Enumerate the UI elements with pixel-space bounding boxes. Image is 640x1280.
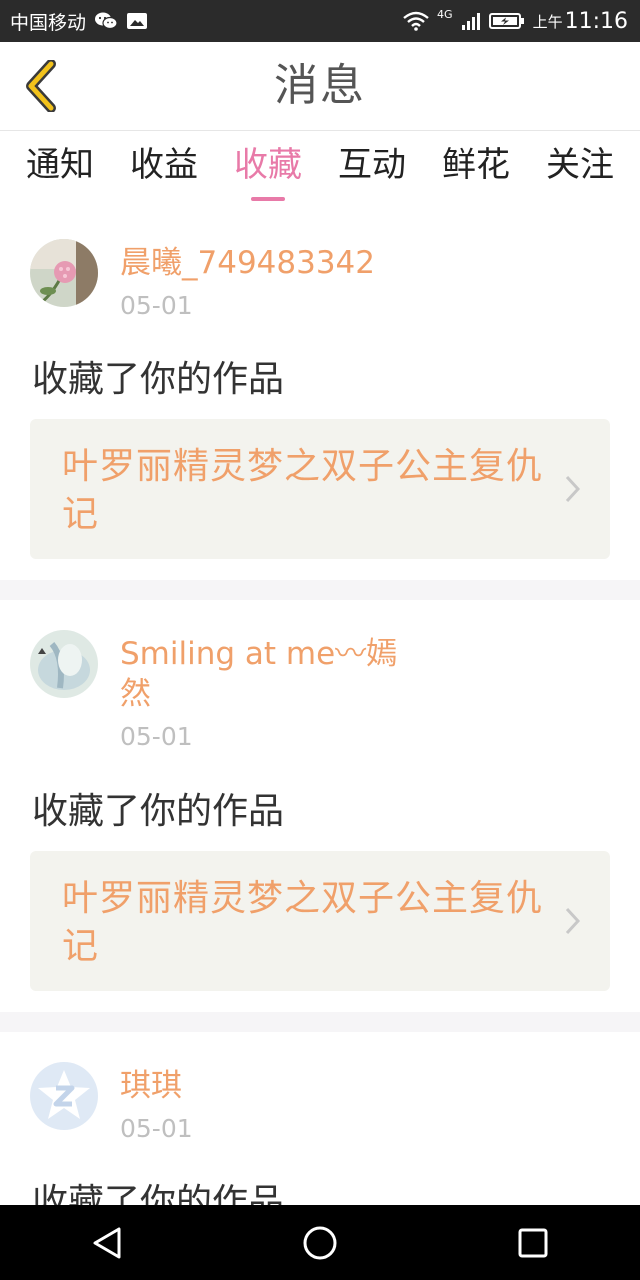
wifi-icon [403,11,429,31]
tab-bar: 通知 收益 收藏 互动 鲜花 关注 [0,131,640,209]
status-bar: 中国移动 4G 上午 11:16 [0,0,640,42]
signal-icon [461,11,481,31]
home-circle-icon [303,1226,337,1259]
default-avatar-icon [30,1062,98,1130]
action-text: 收藏了你的作品 [32,359,285,400]
back-triangle-icon [93,1227,121,1258]
recent-square-icon [518,1228,548,1257]
post-date: 05-01 [120,722,193,751]
tab-earnings[interactable]: 收益 [130,131,198,209]
work-title: 叶罗丽精灵梦之双子公主复仇记 [62,878,544,967]
tab-favorites[interactable]: 收藏 [234,131,302,209]
chevron-right-icon [565,907,581,935]
list-item: 琪琪 05-01 收藏了你的作品 [0,1032,640,1205]
gallery-icon [126,11,148,31]
avatar[interactable] [30,630,98,698]
back-button[interactable] [18,58,62,114]
divider [0,580,640,600]
chevron-right-icon [565,475,581,503]
clock-time: 11:16 [564,8,628,34]
post-date: 05-01 [120,1114,193,1143]
work-card[interactable]: 叶罗丽精灵梦之双子公主复仇记 [30,419,610,559]
action-text: 收藏了你的作品 [32,791,285,832]
divider [0,1012,640,1032]
message-list[interactable]: 晨曦_749483342 05-01 收藏了你的作品 叶罗丽精灵梦之双子公主复仇… [0,209,640,1205]
clock-ampm: 上午 [532,12,563,31]
system-nav-bar [0,1205,640,1280]
work-title: 叶罗丽精灵梦之双子公主复仇记 [62,446,544,535]
tab-interactions[interactable]: 互动 [338,131,406,209]
tab-flowers[interactable]: 鲜花 [442,131,510,209]
action-text: 收藏了你的作品 [32,1182,285,1205]
carrier-label: 中国移动 [10,11,87,34]
status-right: 4G 上午 11:16 [403,7,640,34]
status-left: 中国移动 [0,8,148,35]
post-date: 05-01 [120,291,193,320]
avatar[interactable] [30,1062,98,1130]
page-title: 消息 [274,60,366,111]
avatar[interactable] [30,239,98,307]
network-type: 4G [437,7,453,21]
tab-notifications[interactable]: 通知 [26,131,94,209]
title-bar: 消息 [0,42,640,131]
user-name[interactable]: 琪琪 [120,1066,410,1106]
nav-recents-button[interactable] [503,1213,563,1273]
work-card[interactable]: 叶罗丽精灵梦之双子公主复仇记 [30,851,610,991]
wechat-icon [94,11,118,31]
chevron-left-icon [26,60,56,112]
battery-icon [488,11,525,31]
tab-follows[interactable]: 关注 [546,131,614,209]
user-name[interactable]: 晨曦_749483342 [120,243,410,283]
user-name[interactable]: Smiling at me〰嫣然 [120,634,410,714]
list-item: Smiling at me〰嫣然 05-01 收藏了你的作品 叶罗丽精灵梦之双子… [0,600,640,1012]
list-item: 晨曦_749483342 05-01 收藏了你的作品 叶罗丽精灵梦之双子公主复仇… [0,209,640,580]
nav-back-button[interactable] [77,1213,137,1273]
nav-home-button[interactable] [290,1213,350,1273]
